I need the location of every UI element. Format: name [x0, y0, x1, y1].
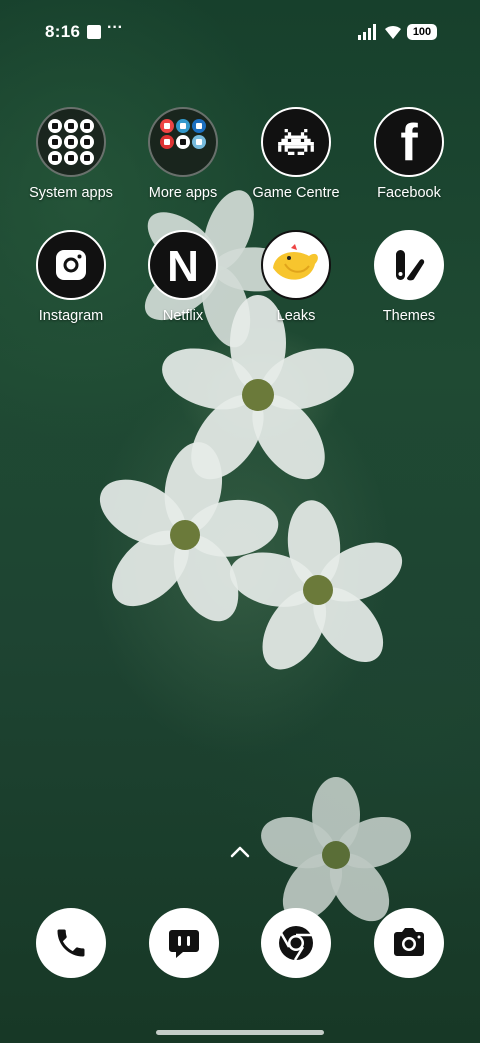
app-label: Game Centre	[252, 185, 340, 201]
netflix-icon: N	[148, 230, 218, 300]
more-notifications-icon: ···	[107, 19, 123, 36]
app-netflix[interactable]: N Netflix	[127, 230, 239, 324]
app-label: More apps	[148, 185, 218, 201]
app-label: Facebook	[377, 185, 441, 201]
themes-icon	[374, 230, 444, 300]
app-drawer-arrow-icon[interactable]	[228, 843, 252, 861]
app-label: Instagram	[38, 308, 104, 324]
phone-icon[interactable]	[36, 908, 106, 978]
status-bar: 8:16 ··· 100	[0, 0, 480, 64]
app-label: Leaks	[276, 308, 316, 324]
app-label: System apps	[29, 185, 113, 201]
app-facebook[interactable]: f Facebook	[353, 107, 465, 201]
space-invader-icon	[261, 107, 331, 177]
app-leaks[interactable]: Leaks	[240, 230, 352, 324]
app-instagram[interactable]: Instagram	[15, 230, 127, 324]
wifi-icon	[385, 25, 401, 39]
home-indicator[interactable]	[156, 1030, 324, 1035]
app-label: Themes	[382, 308, 436, 324]
app-label: Netflix	[162, 308, 204, 324]
messages-icon[interactable]	[149, 908, 219, 978]
bird-icon	[261, 230, 331, 300]
instagram-icon	[36, 230, 106, 300]
app-system-apps[interactable]: System apps	[15, 107, 127, 201]
app-themes[interactable]: Themes	[353, 230, 465, 324]
app-more-apps[interactable]: More apps	[127, 107, 239, 201]
folder-icon	[148, 107, 218, 177]
status-time: 8:16	[45, 22, 81, 41]
signal-icon	[358, 24, 376, 40]
battery-icon: 100	[407, 24, 437, 40]
camera-icon[interactable]	[374, 908, 444, 978]
folder-icon	[36, 107, 106, 177]
app-game-centre[interactable]: Game Centre	[240, 107, 352, 201]
notification-square-icon	[87, 25, 101, 39]
chrome-icon[interactable]	[261, 908, 331, 978]
facebook-icon: f	[374, 107, 444, 177]
